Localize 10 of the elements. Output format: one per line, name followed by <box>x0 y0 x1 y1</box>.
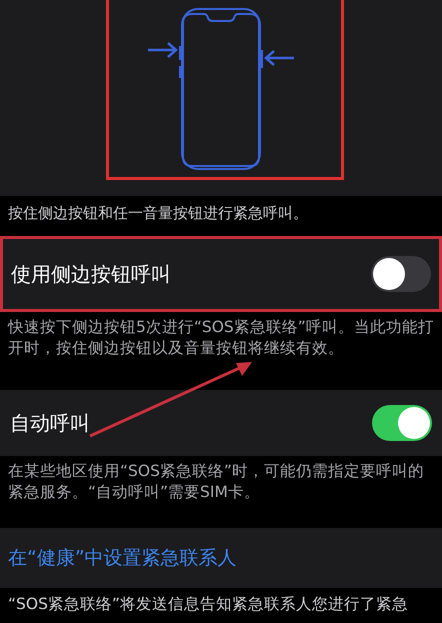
toggle-switch[interactable] <box>371 256 431 292</box>
description-text: “SOS紧急联络”将发送信息告知紧急联系人您进行了紧急 <box>7 594 409 615</box>
setting-description: 在某些地区使用“SOS紧急联络”时，可能仍需指定要呼叫的紧急服务。“自动呼叫”需要SIM卡。 <box>7 461 425 503</box>
toggle-switch[interactable] <box>372 405 432 441</box>
emergency-contact-link[interactable]: 在“健康”中设置紧急联系人 <box>8 545 237 571</box>
link-row[interactable]: 在“健康”中设置紧急联系人 <box>0 528 442 588</box>
instruction-text: 按住侧边按钮和任一音量按钮进行紧急呼叫。 <box>7 203 309 224</box>
setting-label: 自动呼叫 <box>10 410 90 436</box>
setting-label: 使用侧边按钮呼叫 <box>11 260 171 288</box>
setting-description: 快速按下侧边按钮5次进行“SOS紧急联络”呼叫。当此功能打开时，按住侧边按钮以及音量按钮将继续有效。 <box>6 317 435 359</box>
